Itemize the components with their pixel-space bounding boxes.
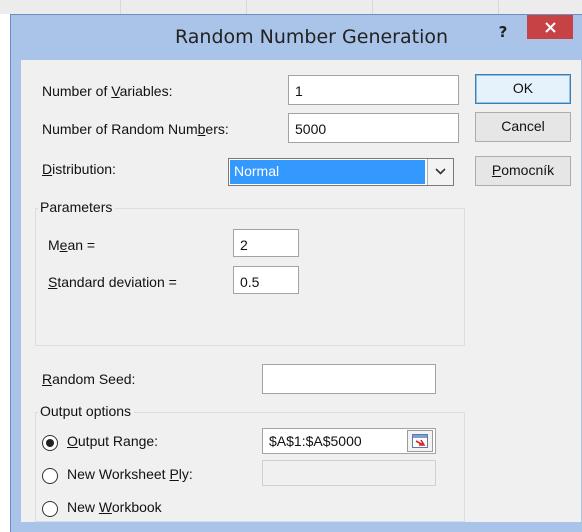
ok-button[interactable]: OK: [475, 74, 571, 104]
mean-input[interactable]: 2: [233, 229, 299, 257]
cancel-button[interactable]: Cancel: [475, 112, 571, 142]
new-worksheet-label[interactable]: New Worksheet Ply:: [67, 466, 193, 482]
title-bar[interactable]: Random Number Generation ?: [11, 15, 582, 59]
output-range-radio[interactable]: [42, 435, 58, 451]
new-worksheet-name-input: [262, 460, 436, 486]
parameters-group-title: Parameters: [38, 199, 116, 215]
spreadsheet-header-strip: [0, 0, 582, 14]
distribution-label: Distribution:: [42, 161, 116, 177]
new-worksheet-radio[interactable]: [42, 468, 58, 484]
distribution-select[interactable]: Normal: [228, 158, 454, 186]
dialog-body: Number of Variables: 1 Number of Random …: [21, 60, 581, 522]
close-icon: [544, 22, 556, 33]
help-button[interactable]: Pomocník: [475, 156, 571, 186]
chevron-down-icon: [435, 168, 446, 175]
num-variables-input[interactable]: 1: [288, 75, 459, 105]
std-deviation-input[interactable]: 0.5: [233, 266, 299, 294]
output-options-group-title: Output options: [38, 403, 135, 419]
help-icon[interactable]: ?: [492, 21, 514, 43]
distribution-selected-value: Normal: [230, 160, 425, 184]
std-deviation-label: Standard deviation =: [48, 274, 177, 290]
random-seed-input[interactable]: [262, 364, 436, 394]
new-workbook-radio[interactable]: [42, 501, 58, 517]
random-seed-label: Random Seed:: [42, 371, 136, 387]
mean-label: Mean =: [48, 237, 96, 253]
close-button[interactable]: [527, 15, 573, 39]
range-selector-button[interactable]: [407, 430, 433, 452]
random-number-generation-dialog: Random Number Generation ? Number of Var…: [10, 14, 582, 532]
num-variables-label: Number of Variables:: [42, 83, 173, 99]
num-random-numbers-input[interactable]: 5000: [288, 113, 459, 143]
new-workbook-label[interactable]: New Workbook: [67, 499, 162, 515]
output-range-label[interactable]: Output Range:: [67, 433, 158, 449]
collapse-dialog-icon: [412, 434, 428, 448]
dropdown-arrow-button[interactable]: [427, 159, 453, 185]
num-random-numbers-label: Number of Random Numbers:: [42, 121, 229, 137]
